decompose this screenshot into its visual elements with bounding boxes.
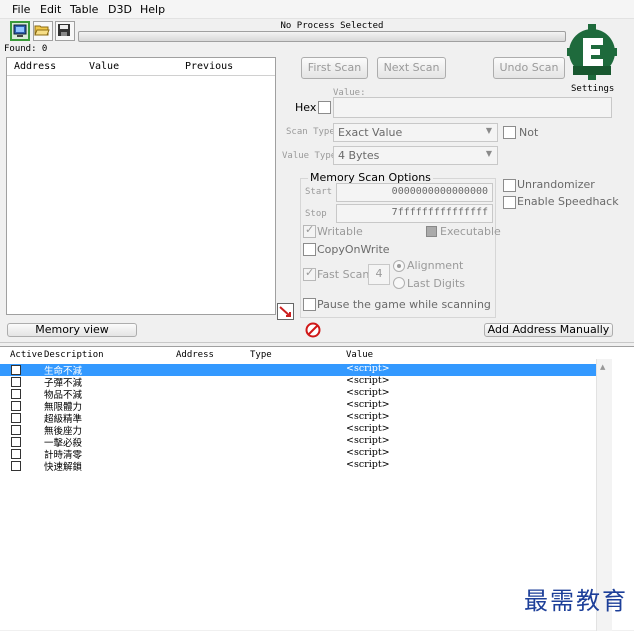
menu-d3d[interactable]: D3D [108, 3, 132, 16]
hex-checkbox[interactable] [318, 101, 331, 114]
results-header: Address Value Previous [7, 58, 275, 76]
next-scan-button[interactable]: Next Scan [377, 57, 446, 79]
chevron-down-icon: ▼ [485, 149, 492, 158]
row-value: <script> [346, 363, 390, 374]
scan-results-list[interactable]: Address Value Previous [6, 57, 276, 315]
writable-label: Writable [317, 225, 363, 238]
enable-speedhack-checkbox[interactable] [503, 196, 516, 209]
row-value: <script> [346, 411, 390, 422]
pause-game-checkbox[interactable] [303, 298, 316, 311]
watermark: 最需教育 [524, 587, 628, 615]
row-value: <script> [346, 423, 390, 434]
row-value: <script> [346, 399, 390, 410]
active-checkbox[interactable] [11, 413, 21, 423]
menu-edit[interactable]: Edit [40, 3, 61, 16]
menu-help[interactable]: Help [140, 3, 165, 16]
column-value[interactable]: Value [346, 350, 373, 360]
red-arrow-icon [279, 306, 291, 317]
executable-label: Executable [440, 225, 501, 238]
hex-label: Hex [295, 101, 317, 114]
column-previous[interactable]: Previous [185, 61, 233, 72]
active-checkbox[interactable] [11, 425, 21, 435]
row-value: <script> [346, 435, 390, 446]
process-title: No Process Selected [280, 21, 384, 31]
value-type-value: 4 Bytes [338, 149, 380, 162]
pointer-scan-button[interactable] [277, 303, 294, 320]
executable-checkbox[interactable] [426, 226, 437, 237]
value-type-select[interactable]: 4 Bytes ▼ [333, 146, 498, 165]
chevron-down-icon: ▼ [485, 126, 492, 135]
pause-game-label: Pause the game while scanning [317, 298, 491, 311]
memory-view-button[interactable]: Memory view [7, 323, 137, 337]
scan-progress-bar [78, 31, 566, 42]
settings-link[interactable]: Settings [571, 84, 614, 94]
row-value: <script> [346, 387, 390, 398]
list-item[interactable]: 計時清零 <script> [0, 447, 596, 461]
copy-on-write-label: CopyOnWrite [317, 243, 390, 256]
stop-label: Stop [305, 209, 327, 219]
alignment-radio[interactable] [393, 260, 405, 272]
fast-scan-alignment-input[interactable]: 4 [368, 264, 390, 285]
unrandomizer-checkbox[interactable] [503, 179, 516, 192]
writable-checkbox[interactable] [303, 223, 316, 238]
list-item[interactable]: 子彈不減 <script> [0, 375, 596, 389]
add-address-manually-button[interactable]: Add Address Manually [484, 323, 613, 337]
active-checkbox[interactable] [11, 377, 21, 387]
not-label: Not [519, 126, 539, 139]
active-checkbox[interactable] [11, 401, 21, 411]
cheat-engine-logo[interactable] [567, 24, 617, 80]
row-description: 快速解鎖 [44, 462, 83, 473]
stop-address-input[interactable]: 7fffffffffffffff [336, 204, 493, 223]
not-checkbox[interactable] [503, 126, 516, 139]
list-item[interactable]: 生命不減 <script> [0, 363, 596, 377]
start-label: Start [305, 187, 333, 197]
no-entry-icon [305, 322, 321, 338]
column-value[interactable]: Value [89, 61, 119, 72]
menu-bar: File Edit Table D3D Help [0, 0, 634, 19]
list-item[interactable]: 無後座力 <script> [0, 423, 596, 437]
menu-table[interactable]: Table [70, 3, 98, 16]
unrandomizer-label: Unrandomizer [517, 178, 595, 191]
found-count: Found: 0 [4, 44, 48, 54]
enable-speedhack-label: Enable Speedhack [517, 195, 619, 208]
column-type[interactable]: Type [250, 350, 272, 360]
scroll-up-icon[interactable]: ▲ [600, 363, 605, 371]
column-description[interactable]: Description [44, 350, 104, 360]
cheat-engine-logo-icon [567, 24, 617, 80]
list-item[interactable]: 超級精準 <script> [0, 411, 596, 425]
row-value: <script> [346, 459, 390, 470]
clear-list-button[interactable] [305, 322, 321, 338]
first-scan-button[interactable]: First Scan [301, 57, 368, 79]
fast-scan-label: Fast Scan [317, 268, 370, 281]
active-checkbox[interactable] [11, 449, 21, 459]
scan-type-value: Exact Value [338, 126, 403, 139]
last-digits-radio[interactable] [393, 277, 405, 289]
active-checkbox[interactable] [11, 365, 21, 375]
row-value: <script> [346, 375, 390, 386]
scan-type-select[interactable]: Exact Value ▼ [333, 123, 498, 142]
column-active[interactable]: Active [10, 350, 43, 360]
start-address-input[interactable]: 0000000000000000 [336, 183, 493, 202]
row-value: <script> [346, 447, 390, 458]
menu-file[interactable]: File [12, 3, 30, 16]
column-address[interactable]: Address [14, 61, 56, 72]
last-digits-label: Last Digits [407, 277, 466, 290]
copy-on-write-checkbox[interactable] [303, 243, 316, 256]
active-checkbox[interactable] [11, 461, 21, 471]
value-type-label: Value Type [282, 151, 337, 161]
active-checkbox[interactable] [11, 437, 21, 447]
column-address[interactable]: Address [176, 350, 214, 360]
undo-scan-button[interactable]: Undo Scan [493, 57, 565, 79]
list-item[interactable]: 物品不減 <script> [0, 387, 596, 401]
scan-type-label: Scan Type [286, 127, 335, 137]
value-input[interactable] [333, 97, 612, 118]
active-checkbox[interactable] [11, 389, 21, 399]
list-item[interactable]: 一擊必殺 <script> [0, 435, 596, 449]
alignment-label: Alignment [407, 259, 464, 272]
fast-scan-checkbox[interactable] [303, 266, 316, 281]
list-item[interactable]: 快速解鎖 <script> [0, 459, 596, 473]
list-item[interactable]: 無限體力 <script> [0, 399, 596, 413]
